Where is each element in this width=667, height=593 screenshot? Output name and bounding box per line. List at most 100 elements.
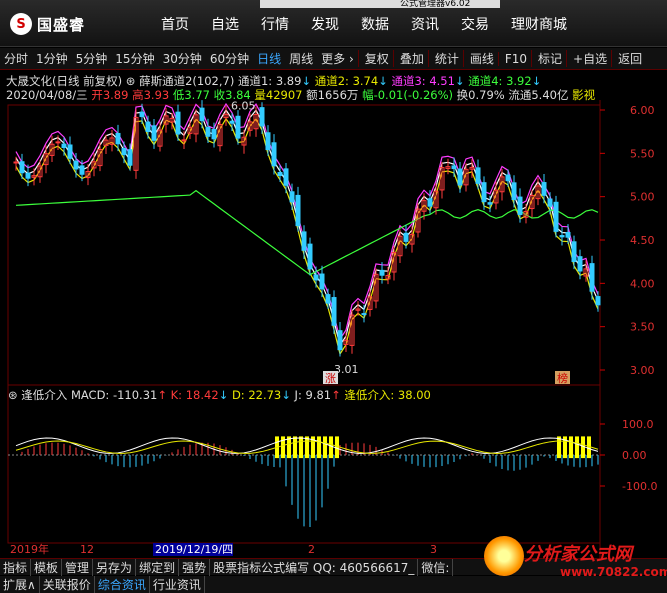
macd-value: MACD: -110.31: [70, 388, 158, 402]
app-logo[interactable]: S 国盛睿: [10, 13, 85, 35]
formula-tab[interactable]: 管理: [62, 558, 94, 576]
channel1-value: 通道1: 3.89: [237, 74, 302, 88]
toolbar-action[interactable]: F10: [497, 51, 531, 66]
candle-body: [427, 198, 433, 207]
ind-label: 100.0: [622, 418, 654, 431]
channel3-value: 通道3: 4.51: [391, 74, 455, 88]
nav-item[interactable]: 发现: [300, 0, 350, 47]
stock-name[interactable]: 大晟文化(日线 前复权): [6, 74, 122, 88]
price-annotation: 6.05: [231, 100, 256, 113]
candle-body: [211, 128, 217, 140]
toolbar-action[interactable]: 返回: [611, 50, 646, 67]
candle-body: [547, 198, 553, 207]
channel2-line: [15, 117, 599, 356]
candle-body: [13, 161, 19, 164]
signal-bar: [329, 436, 333, 459]
toolbar-action[interactable]: 复权: [357, 50, 393, 67]
candle-body: [505, 174, 511, 182]
ind-label: -100.0: [622, 480, 657, 493]
formula-tab[interactable]: 另存为: [93, 558, 137, 576]
candle-body: [139, 111, 145, 118]
info-tab[interactable]: 关联报价: [40, 576, 95, 593]
signal-bar: [575, 436, 579, 459]
nav-item[interactable]: 自选: [200, 0, 250, 47]
formula-tab[interactable]: 股票指标公式编写 QQ: 460566617_: [210, 558, 419, 576]
formula-tab[interactable]: 绑定到: [136, 558, 180, 576]
formula-tab[interactable]: 微信:: [418, 558, 454, 576]
formula-tab[interactable]: 指标: [0, 558, 32, 576]
period-tab[interactable]: 周线: [285, 50, 317, 67]
d-value: D: 22.73: [231, 388, 282, 402]
period-tab[interactable]: 更多 ›: [317, 50, 358, 67]
settings-icon[interactable]: ⊛: [126, 74, 136, 88]
candle-body: [553, 201, 559, 232]
candle-body: [145, 121, 151, 132]
period-tab[interactable]: 5分钟: [72, 50, 112, 67]
k-value: K: 18.42: [170, 388, 219, 402]
nav-item[interactable]: 首页: [150, 0, 200, 47]
nav-item[interactable]: 理财商城: [500, 0, 578, 47]
kline-chart[interactable]: 6.00 5.50 5.00 4.50 4.00 3.50 3.00 100.0 0.00 -10…: [0, 100, 667, 558]
candle-body: [229, 120, 235, 124]
down-arrow-icon: ↓: [218, 388, 229, 402]
candle-body: [25, 172, 31, 179]
toolbar-action[interactable]: 叠加: [392, 50, 428, 67]
period-tab[interactable]: 分时: [0, 50, 32, 67]
nav-item[interactable]: 交易: [450, 0, 500, 47]
toolbar-action[interactable]: 标记: [531, 50, 566, 67]
candle-body: [475, 167, 481, 184]
signal-bar: [293, 436, 297, 459]
candle-body: [121, 147, 127, 156]
down-arrow-icon: ↓: [281, 388, 291, 402]
period-tab[interactable]: 15分钟: [111, 50, 158, 67]
toolbar-action[interactable]: 统计: [427, 50, 463, 67]
candle-body: [175, 111, 181, 135]
period-tab[interactable]: 日线: [253, 50, 285, 67]
candle-body: [199, 107, 205, 122]
price-label: 5.50: [630, 147, 655, 160]
candle-body: [571, 241, 577, 262]
period-tab[interactable]: 30分钟: [159, 50, 206, 67]
time-label: 12: [80, 543, 94, 556]
watermark-text: 分析家公式网: [524, 544, 632, 565]
info-tab[interactable]: 综合资讯: [95, 576, 150, 593]
candle-body: [19, 161, 25, 174]
chart-toolbar: 分时 1分钟 5分钟 15分钟 30分钟 60分钟 日线 周线 更多 › 复权 叠加 统计 画线 F10 标…: [0, 48, 667, 70]
candle-body: [361, 313, 367, 316]
main-indicator-name[interactable]: 薛斯通道2(102,7): [139, 74, 234, 88]
channel1-line: [15, 108, 599, 347]
event-tag: 涨: [325, 372, 336, 385]
nav-item[interactable]: 数据: [350, 0, 400, 47]
candle-body: [115, 132, 121, 145]
candle-body: [295, 194, 301, 227]
candle-body: [337, 330, 343, 351]
candle-body: [331, 297, 337, 326]
nav-item[interactable]: 行情: [250, 0, 300, 47]
candle-body: [73, 160, 79, 170]
down-arrow-icon: ↓: [454, 74, 465, 88]
toolbar-action[interactable]: +自选: [566, 50, 611, 67]
watermark-badge-icon: [484, 536, 524, 576]
signal-bar: [299, 436, 303, 459]
info-tab[interactable]: 行业资讯: [150, 576, 205, 593]
period-tab[interactable]: 60分钟: [206, 50, 253, 67]
info-tab[interactable]: 扩展∧: [0, 576, 40, 593]
candle-body: [235, 115, 241, 139]
sub-indicator-name[interactable]: 逢低介入: [21, 388, 67, 402]
period-tab[interactable]: 1分钟: [32, 50, 72, 67]
candle-body: [565, 231, 571, 238]
down-arrow-icon: ↓: [531, 74, 542, 88]
price-label: 6.00: [630, 104, 655, 117]
signal-value: 逢低介入: 38.00: [344, 388, 431, 402]
candle-body: [67, 144, 73, 159]
settings-icon[interactable]: ⊛: [8, 388, 18, 402]
candle-body: [325, 294, 331, 304]
price-label: 4.50: [630, 234, 655, 247]
toolbar-action[interactable]: 画线: [462, 50, 498, 67]
formula-tab[interactable]: 模板: [31, 558, 63, 576]
candle-body: [511, 182, 517, 200]
candle-body: [403, 232, 409, 242]
formula-tab[interactable]: 强势: [179, 558, 211, 576]
candle-body: [61, 143, 67, 149]
nav-item[interactable]: 资讯: [400, 0, 450, 47]
